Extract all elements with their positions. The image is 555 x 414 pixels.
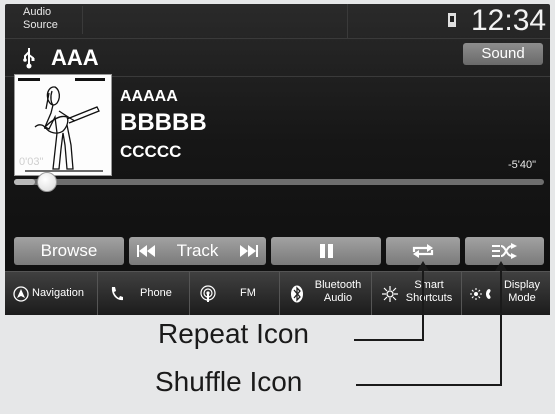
nav-label: Bluetooth Audio: [314, 279, 362, 304]
track-skip-button[interactable]: Track: [129, 237, 266, 265]
progress-bar[interactable]: [14, 179, 544, 185]
nav-item-smart-shortcuts[interactable]: Smart Shortcuts: [371, 272, 462, 315]
divider: [347, 4, 348, 38]
nav-item-navigation[interactable]: Navigation: [5, 272, 97, 315]
progress-knob[interactable]: [37, 172, 58, 192]
smart-shortcuts-icon: [382, 286, 398, 302]
navigation-arrow-icon: [13, 286, 29, 302]
elapsed-time: 0'03": [19, 156, 44, 168]
nav-label: Display Mode: [503, 279, 541, 304]
nav-item-display-mode[interactable]: Display Mode: [461, 272, 551, 315]
audio-source-label: Audio Source: [23, 6, 58, 31]
repeat-icon: [412, 244, 434, 258]
radio-antenna-icon: [200, 285, 216, 302]
skip-next-icon[interactable]: [240, 244, 258, 258]
shuffle-icon: [492, 243, 517, 259]
bottom-nav-bar: Navigation Phone FM Bluetooth Audio Smar…: [5, 271, 550, 315]
source-row: AAA Sound: [5, 40, 550, 77]
nav-item-phone[interactable]: Phone: [97, 272, 190, 315]
repeat-callout-arrow: [417, 261, 429, 271]
repeat-callout-line: [354, 339, 424, 341]
pause-button[interactable]: [271, 237, 381, 265]
display-mode-icon: [470, 288, 491, 300]
progress-fill: [14, 179, 36, 185]
shuffle-callout-label: Shuffle Icon: [155, 366, 303, 397]
nav-label: FM: [240, 287, 256, 299]
bluetooth-icon: [291, 285, 303, 303]
track-title: BBBBB: [120, 109, 207, 136]
track-artist: AAAAA: [120, 88, 178, 105]
nav-label: Phone: [140, 287, 172, 299]
usb-icon: [23, 48, 35, 69]
track-album: CCCCC: [120, 142, 182, 161]
pause-icon: [320, 244, 325, 258]
usb-icon: [448, 13, 456, 27]
remaining-time: -5'40": [508, 159, 537, 171]
top-status-bar: Audio Source 12:34: [5, 4, 550, 39]
sound-button[interactable]: Sound: [463, 43, 543, 65]
pause-icon-bar: [328, 244, 333, 258]
clock: 12:34: [471, 4, 547, 37]
skip-previous-icon[interactable]: [137, 244, 155, 258]
nav-item-bluetooth-audio[interactable]: Bluetooth Audio: [279, 272, 372, 315]
nav-item-fm[interactable]: FM: [189, 272, 280, 315]
repeat-callout-label: Repeat Icon: [158, 318, 309, 349]
shuffle-callout-line: [356, 384, 502, 386]
infotainment-screen: Audio Source 12:34 AAA Sound AAAAA BBBBB…: [5, 4, 550, 315]
browse-button[interactable]: Browse: [14, 237, 124, 265]
repeat-callout-line: [422, 268, 424, 341]
shuffle-callout-line: [500, 268, 502, 386]
shuffle-callout-arrow: [495, 261, 507, 271]
source-name: AAA: [51, 45, 99, 70]
nav-label: Navigation: [32, 287, 84, 299]
audio-source-button[interactable]: Audio Source: [11, 6, 83, 34]
phone-icon: [111, 287, 123, 301]
nav-label: Smart Shortcuts: [405, 279, 453, 304]
